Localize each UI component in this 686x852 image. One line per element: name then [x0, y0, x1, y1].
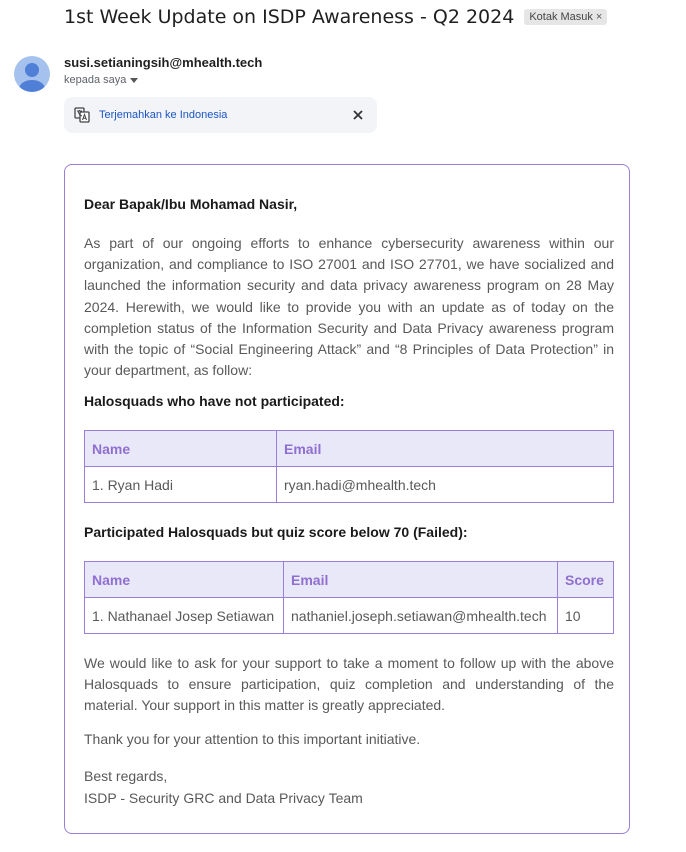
remove-label-icon[interactable]: ×: [596, 11, 602, 23]
cell-name: 1. Nathanael Josep Setiawan: [84, 597, 284, 634]
failed-heading: Participated Halosquads but quiz score b…: [84, 524, 468, 540]
recipient-line[interactable]: kepada saya: [64, 74, 139, 86]
cell-score: 10: [557, 597, 614, 634]
signature-text: ISDP - Security GRC and Data Privacy Tea…: [84, 789, 363, 806]
person-icon: [19, 63, 45, 92]
intro-paragraph: As part of our ongoing efforts to enhanc…: [84, 235, 614, 379]
column-header-email: Email: [283, 561, 558, 598]
table-row: 1. Ryan Hadi ryan.hadi@mhealth.tech: [84, 466, 614, 503]
sender-email[interactable]: susi.setianingsih@mhealth.tech: [64, 55, 262, 70]
support-paragraph: We would like to ask for your support to…: [84, 655, 614, 714]
translate-bar: Terjemahkan ke Indonesia: [64, 97, 377, 133]
column-header-email: Email: [276, 430, 614, 467]
signature-block: Best regards, ISDP - Security GRC and Da…: [84, 766, 363, 809]
table-header-row: Name Email Score: [84, 561, 614, 598]
cell-email: ryan.hadi@mhealth.tech: [276, 466, 614, 503]
translate-link[interactable]: Terjemahkan ke Indonesia: [99, 109, 227, 121]
inbox-label-badge: Kotak Masuk ×: [524, 9, 608, 25]
chevron-down-icon[interactable]: [130, 77, 139, 83]
greeting: Dear Bapak/Ibu Mohamad Nasir,: [84, 196, 298, 212]
translate-icon: [74, 107, 90, 123]
sender-avatar[interactable]: [14, 56, 50, 92]
table-row: 1. Nathanael Josep Setiawan nathaniel.jo…: [84, 597, 614, 634]
not-participated-heading: Halosquads who have not participated:: [84, 393, 345, 409]
cell-name: 1. Ryan Hadi: [84, 466, 277, 503]
recipient-text: kepada saya: [64, 74, 127, 86]
inbox-label-text: Kotak Masuk: [529, 11, 593, 23]
email-header: 1st Week Update on ISDP Awareness - Q2 2…: [64, 6, 608, 28]
cell-email: nathaniel.joseph.setiawan@mhealth.tech: [283, 597, 558, 634]
column-header-name: Name: [84, 430, 277, 467]
column-header-score: Score: [557, 561, 614, 598]
not-participated-table: Name Email 1. Ryan Hadi ryan.hadi@mhealt…: [84, 430, 614, 503]
thanks-paragraph: Thank you for your attention to this imp…: [84, 731, 421, 747]
failed-table: Name Email Score 1. Nathanael Josep Seti…: [84, 561, 614, 634]
closing-text: Best regards,: [84, 768, 168, 784]
close-icon[interactable]: [349, 106, 367, 124]
table-header-row: Name Email: [84, 430, 614, 467]
email-body-card: Dear Bapak/Ibu Mohamad Nasir, As part of…: [64, 164, 630, 834]
column-header-name: Name: [84, 561, 284, 598]
email-subject: 1st Week Update on ISDP Awareness - Q2 2…: [64, 6, 515, 28]
